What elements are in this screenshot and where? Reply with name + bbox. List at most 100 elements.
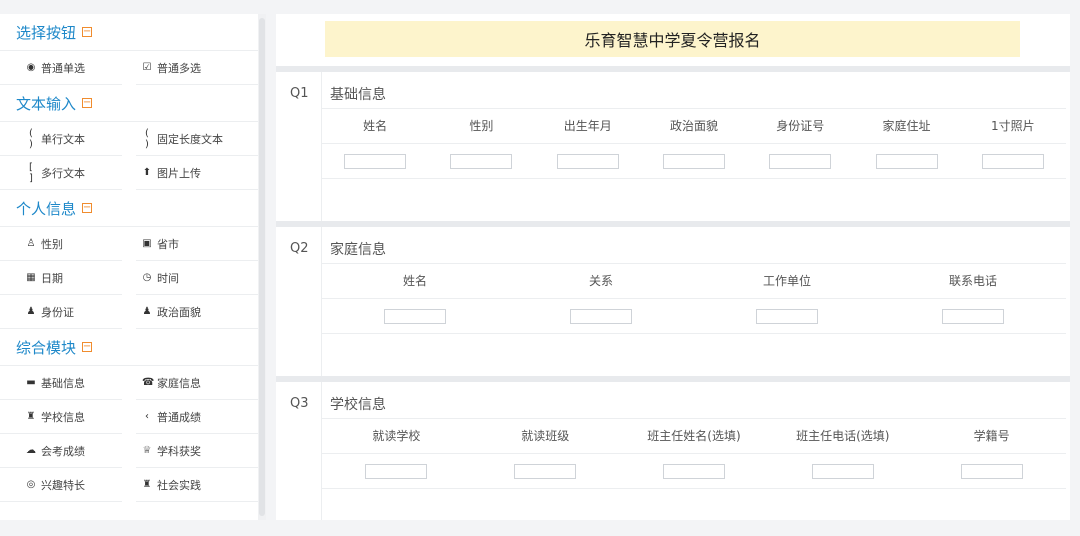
question-number: Q1 xyxy=(290,86,309,101)
field-input[interactable] xyxy=(942,308,1004,324)
collapse-icon[interactable]: − xyxy=(82,27,93,37)
form-section[interactable]: Q3 学校信息 就读学校 就读班级 班主任姓名(选填) 班主任电话(选填) 学籍号 xyxy=(276,376,1070,520)
sidebar-item-label: 性别 xyxy=(41,237,63,251)
sidebar-item[interactable]: ♙ 性别 xyxy=(0,227,122,261)
collapse-icon[interactable]: − xyxy=(82,342,93,352)
component-icon: [ ] xyxy=(29,161,33,184)
field-input[interactable] xyxy=(756,308,818,324)
sidebar-item-label: 基础信息 xyxy=(41,376,85,390)
section-title: 学校信息 xyxy=(330,397,386,413)
question-gutter: Q1 xyxy=(276,72,322,221)
sidebar-item-label: 固定长度文本 xyxy=(157,132,223,146)
component-icon: ▦ xyxy=(26,272,36,283)
sidebar-item[interactable]: ▬ 基础信息 xyxy=(0,366,122,400)
component-icon: ♜ xyxy=(26,411,36,422)
sidebar-item[interactable]: ♕ 学科获奖 xyxy=(136,434,258,468)
sidebar-item-label: 普通单选 xyxy=(41,61,85,75)
input-cell xyxy=(917,454,1066,488)
component-icon: ( ) xyxy=(145,127,149,150)
component-icon: ◎ xyxy=(26,479,36,490)
component-icon: ▣ xyxy=(142,238,152,249)
column-header: 政治面貌 xyxy=(669,119,718,133)
field-input[interactable] xyxy=(662,153,725,169)
field-input[interactable] xyxy=(769,153,832,169)
question-gutter: Q2 xyxy=(276,227,322,376)
input-cell xyxy=(641,144,747,178)
sidebar-scrollbar[interactable] xyxy=(258,14,266,520)
field-input[interactable] xyxy=(981,153,1044,169)
sidebar-item[interactable]: ‹ 普通成绩 xyxy=(136,400,258,434)
sidebar-item[interactable]: ☎ 家庭信息 xyxy=(136,366,258,400)
sidebar-group-title: 文本输入 − xyxy=(0,85,258,122)
app-window: 选择按钮 − ◉ 普通单选 ☑ 普通多选 文本输入 −( ) 单行文本( ) 固定长度文本[ ] 多… xyxy=(0,0,1080,536)
column-header: 班主任姓名(选填) xyxy=(647,429,741,443)
question-number: Q2 xyxy=(290,241,309,256)
sidebar-scrollbar-thumb[interactable] xyxy=(259,18,265,516)
input-cell xyxy=(853,144,959,178)
sidebar-item[interactable]: ⬆ 图片上传 xyxy=(136,156,258,190)
sidebar-item-label: 学科获奖 xyxy=(157,444,201,458)
column-header: 姓名 xyxy=(363,119,388,133)
form-section[interactable]: Q1 基础信息 姓名 性别 出生年月 政治面貌 身份证号 家庭住址 1寸照片 xyxy=(276,66,1070,221)
field-input[interactable] xyxy=(344,153,407,169)
field-input[interactable] xyxy=(811,463,874,479)
input-row xyxy=(322,299,1066,333)
column-header: 身份证号 xyxy=(776,119,825,133)
sidebar-item[interactable]: [ ] 多行文本 xyxy=(0,156,122,190)
input-cell xyxy=(960,144,1066,178)
sidebar-item[interactable]: ( ) 固定长度文本 xyxy=(136,122,258,156)
component-icon: ⬆ xyxy=(142,167,152,178)
field-input[interactable] xyxy=(662,463,725,479)
form-section[interactable]: Q2 家庭信息 姓名 关系 工作单位 联系电话 xyxy=(276,221,1070,376)
sidebar-item[interactable]: ☑ 普通多选 xyxy=(136,51,258,85)
sidebar-item-grid: ( ) 单行文本 ( ) 固定长度文本 [ ] 多行文本 ⬆ 图片上传 xyxy=(0,122,258,190)
collapse-icon[interactable]: − xyxy=(82,203,93,213)
sidebar-item-label: 图片上传 xyxy=(157,166,201,180)
field-input[interactable] xyxy=(384,308,446,324)
field-input[interactable] xyxy=(570,308,632,324)
column-header: 姓名 xyxy=(402,274,427,288)
sidebar-item-grid: ◉ 普通单选 ☑ 普通多选 xyxy=(0,51,258,85)
column-header: 1寸照片 xyxy=(991,119,1035,133)
sidebar-item-label: 家庭信息 xyxy=(157,376,201,390)
sidebar-item[interactable]: ♜ 学校信息 xyxy=(0,400,122,434)
input-cell xyxy=(747,144,853,178)
sidebar-item[interactable]: ◎ 兴趣特长 xyxy=(0,468,122,502)
sidebar-item[interactable]: ▦ 日期 xyxy=(0,261,122,295)
component-icon: ♙ xyxy=(26,238,36,249)
column-header: 出生年月 xyxy=(563,119,612,133)
field-input[interactable] xyxy=(365,463,428,479)
divider xyxy=(322,333,1066,334)
sidebar-item[interactable]: ♟ 政治面貌 xyxy=(136,295,258,329)
field-input[interactable] xyxy=(450,153,513,169)
banner-area: 乐育智慧中学夏令营报名 xyxy=(276,14,1070,66)
divider xyxy=(322,178,1066,179)
sidebar-item[interactable]: ♟ 身份证 xyxy=(0,295,122,329)
field-input[interactable] xyxy=(960,463,1023,479)
field-input[interactable] xyxy=(514,463,577,479)
sidebar-item-label: 兴趣特长 xyxy=(41,478,85,492)
input-row xyxy=(322,454,1066,488)
collapse-icon[interactable]: − xyxy=(82,98,93,108)
sidebar-item[interactable]: ( ) 单行文本 xyxy=(0,122,122,156)
input-cell xyxy=(508,299,694,333)
sidebar-item[interactable]: ◷ 时间 xyxy=(136,261,258,295)
form-title[interactable]: 乐育智慧中学夏令营报名 xyxy=(325,21,1020,57)
section-divider xyxy=(276,221,1070,227)
column-header-row: 就读学校 就读班级 班主任姓名(选填) 班主任电话(选填) 学籍号 xyxy=(322,419,1066,453)
sidebar-item[interactable]: ☁ 会考成绩 xyxy=(0,434,122,468)
sidebar-item-label: 单行文本 xyxy=(41,132,85,146)
sidebar-group-label: 综合模块 xyxy=(16,338,77,357)
column-header: 性别 xyxy=(469,119,494,133)
sidebar-item[interactable]: ♜ 社会实践 xyxy=(136,468,258,502)
component-icon: ☁ xyxy=(26,445,36,456)
sidebar-item[interactable]: ▣ 省市 xyxy=(136,227,258,261)
component-icon: ◷ xyxy=(142,272,152,283)
sidebar-item[interactable]: ◉ 普通单选 xyxy=(0,51,122,85)
component-icon: ♟ xyxy=(26,306,36,317)
sidebar-item-label: 省市 xyxy=(157,237,179,251)
field-input[interactable] xyxy=(875,153,938,169)
section-divider xyxy=(276,66,1070,72)
input-row xyxy=(322,144,1066,178)
field-input[interactable] xyxy=(556,153,619,169)
